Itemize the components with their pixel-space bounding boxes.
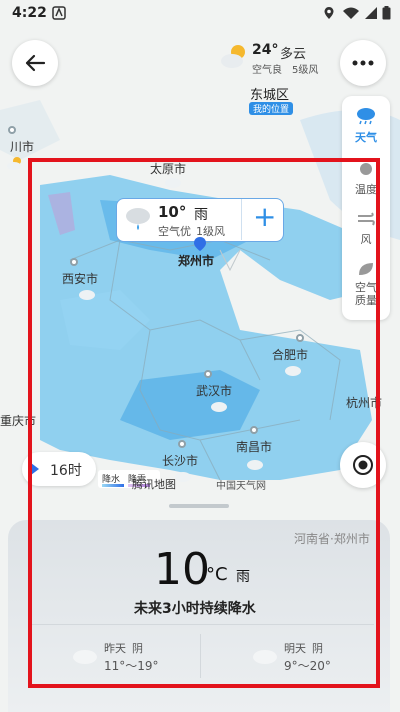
back-button[interactable]: [12, 40, 58, 86]
more-button[interactable]: [340, 40, 386, 86]
district-label: 东城区: [250, 88, 290, 103]
city-chuan[interactable]: 川市: [10, 138, 34, 155]
notification-icon: [52, 6, 66, 20]
arrow-left-icon: [25, 54, 46, 72]
wifi-icon: [343, 7, 359, 19]
city-dot: [8, 126, 16, 134]
highlight-frame: [28, 158, 380, 688]
rain-cloud-icon: [357, 108, 375, 125]
layer-weather-label: 天气: [355, 131, 377, 144]
layer-weather[interactable]: 天气: [342, 106, 390, 145]
top-condition: 多云: [280, 47, 307, 62]
signal-icon: [365, 7, 377, 19]
status-bar: 4:22: [0, 0, 400, 28]
location-icon: [324, 7, 334, 19]
status-time: 4:22: [12, 5, 47, 21]
battery-icon: [382, 6, 391, 20]
my-location-badge[interactable]: 我的位置: [249, 102, 294, 115]
top-wind: 5级风: [292, 65, 319, 76]
partly-cloudy-icon: [7, 157, 21, 170]
more-dots-icon: [352, 60, 374, 66]
top-temp: 24°: [252, 42, 279, 58]
current-location-weather[interactable]: 24° 多云 空气良 5级风: [220, 40, 340, 80]
partly-cloudy-icon: [221, 45, 245, 68]
top-air: 空气良: [252, 65, 282, 76]
